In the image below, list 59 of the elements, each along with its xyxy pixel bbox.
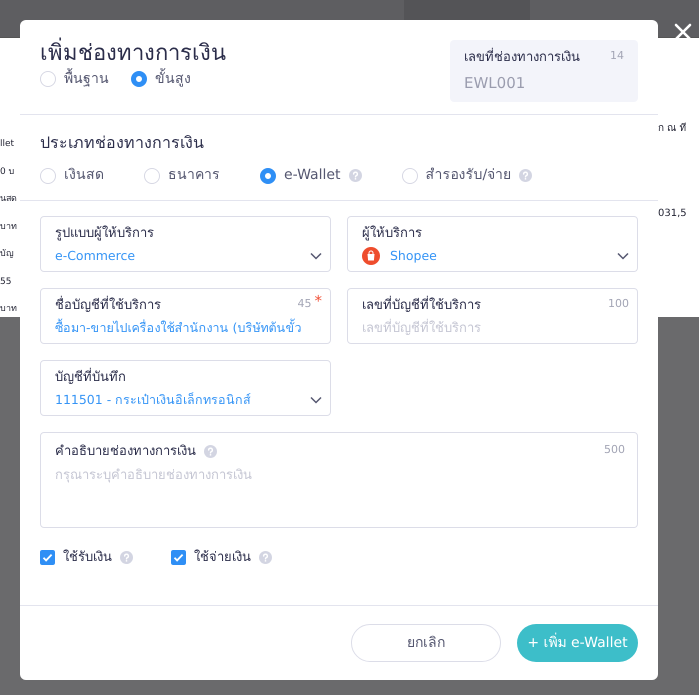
background-text: 031,5 [658, 207, 688, 221]
field-placeholder: กรุณาระบุคำอธิบายช่องทางการเงิน [55, 466, 253, 484]
dropdown-field[interactable]: บัญชีที่บันทึก 111501 - กระเป๋าเงินอิเล็กทรอนิกส์ [40, 360, 331, 416]
field-placeholder: เลขที่บัญชีที่ใช้บริการ [362, 318, 481, 338]
background-text: บาท [0, 303, 18, 316]
chevron-down-icon [310, 396, 322, 404]
field-label: เลขที่บัญชีที่ใช้บริการ [362, 296, 481, 316]
radio-option[interactable]: ธนาคาร [144, 165, 220, 186]
field-label: บัญชีที่บันทึก [55, 368, 126, 388]
radio-button[interactable] [260, 168, 276, 184]
radio-option[interactable]: สำรองรับ/จ่าย [402, 165, 532, 186]
radio-option[interactable]: พื้นฐาน [40, 68, 109, 90]
checkbox[interactable] [40, 550, 55, 566]
radio-option[interactable]: ขั้นสูง [131, 68, 191, 90]
radio-label: พื้นฐาน [64, 68, 109, 90]
dropdown-field[interactable]: ผู้ให้บริการ Shopee [347, 216, 638, 272]
field-value: Shopee [390, 246, 437, 265]
field-label: รูปแบบผู้ให้บริการ [55, 224, 154, 243]
field-label: คำอธิบายช่องทางการเงิน [55, 443, 196, 461]
radio-label: เงินสด [64, 166, 104, 185]
field-value: ซื้อมา-ขายไปเครื่องใช้สำนักงาน (บริษัทต้นขั้ว [55, 318, 302, 336]
checkbox-label: ใช้รับเงิน [63, 548, 112, 567]
field-label: เลขที่ช่องทางการเงิน [464, 48, 580, 68]
chevron-down-icon [617, 252, 629, 260]
background-text: ก ณ ที [658, 122, 688, 136]
checkbox-label: ใช้จ่ายเงิน [194, 548, 251, 567]
textarea-field[interactable]: คำอธิบายช่องทางการเงิน 500 กรุณาระบุคำอธิบายช่องทางการเงิน [40, 432, 638, 528]
dropdown-field[interactable]: รูปแบบผู้ให้บริการ e-Commerce [40, 216, 331, 272]
background-text: llet [0, 138, 16, 151]
background-text: บาท [0, 220, 18, 234]
background-text: 55 [0, 276, 12, 288]
chevron-down-icon [310, 252, 322, 260]
radio-label: ธนาคาร [168, 166, 220, 185]
character-counter: 14 [610, 48, 624, 64]
input-field[interactable]: เลขที่บัญชีที่ใช้บริการ 100 เลขที่บัญชีที่ใช้บริการ [347, 288, 638, 344]
radio-label: e-Wallet [284, 166, 341, 185]
field-label: ผู้ให้บริการ [362, 224, 422, 243]
radio-option[interactable]: e-Wallet [260, 165, 362, 186]
character-counter: 100 [608, 296, 629, 312]
character-counter: 500 [604, 442, 625, 458]
field-value: EWL001 [464, 72, 526, 94]
field-value: e-Commerce [55, 246, 136, 264]
checkbox[interactable] [171, 550, 186, 566]
radio-label: สำรองรับ/จ่าย [426, 166, 512, 185]
cancel-button[interactable]: ยกเลิก [351, 624, 501, 662]
field-label: ชื่อบัญชีที่ใช้บริการ [55, 296, 161, 316]
background-text: บัญ [0, 248, 15, 261]
field-value: 111501 - กระเป๋าเงินอิเล็กทรอนิกส์ [55, 390, 252, 408]
background-text: 0 บ [0, 166, 16, 178]
section-title: ประเภทช่องทางการเงิน [40, 132, 205, 154]
radio-option[interactable]: เงินสด [40, 165, 104, 186]
radio-button[interactable] [131, 71, 147, 88]
required-marker: * [314, 296, 322, 306]
radio-label: ขั้นสูง [155, 68, 191, 90]
shopping-bag-logo-icon [362, 246, 380, 265]
dialog-title: เพิ่มช่องทางการเงิน [40, 40, 226, 69]
input-field[interactable]: ชื่อบัญชีที่ใช้บริการ 45 * ซื้อมา-ขายไปเครื่องใช้สำนักงาน (บริษัทต้นขั้ว [40, 288, 331, 344]
character-counter: 45 [298, 296, 312, 312]
background-text: นสด [0, 193, 18, 206]
